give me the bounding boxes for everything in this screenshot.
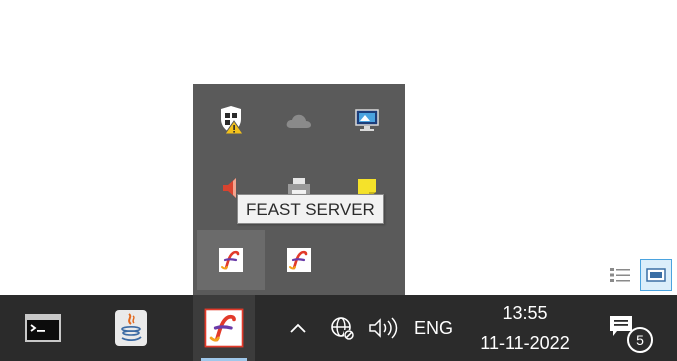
volume-icon (369, 317, 398, 339)
tray-tooltip: FEAST SERVER (237, 194, 384, 224)
network-button[interactable] (327, 314, 357, 342)
command-prompt-icon (25, 314, 61, 342)
tray-item-feast-server[interactable] (197, 230, 265, 290)
clock-time: 13:55 (502, 303, 548, 323)
taskbar-app-command-prompt[interactable] (12, 295, 74, 361)
desktop-area: FEAST SERVER (0, 0, 677, 295)
feast-server-icon (219, 248, 243, 272)
action-center-button[interactable]: 5 (605, 313, 653, 353)
large-icons-view-button[interactable] (640, 259, 672, 291)
chevron-up-icon (290, 323, 306, 333)
show-hidden-icons-button[interactable] (287, 317, 309, 339)
details-view-icon (610, 268, 630, 282)
taskbar-app-feast[interactable] (193, 295, 255, 361)
onedrive-cloud-icon (286, 114, 311, 128)
view-mode-buttons (604, 259, 674, 291)
feast-app-icon (204, 308, 244, 348)
tray-overflow-flyout (193, 84, 405, 295)
remote-display-icon (355, 109, 379, 131)
taskbar: ENG 13:55 11-11-2022 5 (0, 295, 677, 361)
java-icon (115, 310, 147, 346)
volume-button[interactable] (366, 314, 402, 342)
feast-client-icon (287, 248, 311, 272)
clock-date: 11-11-2022 (480, 333, 570, 353)
large-icons-view-icon (646, 268, 666, 282)
windows-security-icon (221, 106, 244, 135)
tray-item-windows-security[interactable] (197, 90, 265, 150)
notification-count-badge: 5 (627, 327, 653, 353)
tray-item-remote-display[interactable] (333, 90, 401, 150)
taskbar-app-java[interactable] (100, 295, 162, 361)
details-view-button[interactable] (604, 259, 636, 291)
input-language-indicator[interactable]: ENG (414, 313, 453, 343)
tray-item-onedrive[interactable] (265, 90, 333, 150)
globe-network-icon (331, 317, 354, 340)
tray-item-feast-client[interactable] (265, 230, 333, 290)
taskbar-clock[interactable]: 13:55 11-11-2022 (473, 301, 577, 357)
